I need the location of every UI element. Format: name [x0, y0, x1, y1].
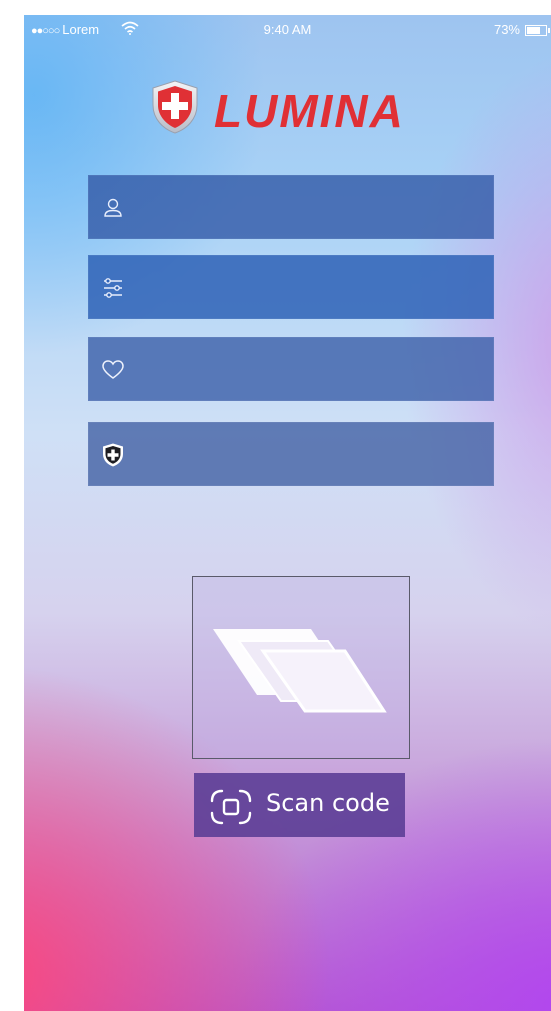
medical-shield-icon — [103, 443, 123, 467]
medical-shield-logo-icon — [152, 80, 198, 134]
user-field[interactable] — [88, 175, 494, 241]
user-input[interactable] — [136, 175, 490, 241]
battery-icon — [525, 25, 550, 36]
sliders-icon — [104, 278, 122, 298]
logo-wordmark-text: LUMINA — [214, 85, 405, 137]
heart-icon — [102, 360, 124, 379]
status-bar: ●●○○○ Lorem 9:40 AM 73% — [24, 15, 551, 45]
app-screen: ●●○○○ Lorem 9:40 AM 73% LUMINA Scan code — [24, 15, 551, 1011]
stacked-cards-icon — [213, 629, 387, 713]
settings-field[interactable] — [88, 255, 494, 321]
scan-code-label: Scan code — [266, 789, 390, 817]
settings-input[interactable] — [136, 255, 490, 321]
shield-input[interactable] — [136, 422, 490, 488]
user-icon — [104, 198, 122, 217]
scan-code-button[interactable]: Scan code — [194, 773, 405, 837]
heart-field[interactable] — [88, 337, 494, 403]
battery-status: 73% — [493, 22, 550, 37]
shield-field[interactable] — [88, 422, 494, 488]
scan-preview — [192, 576, 410, 759]
heart-input[interactable] — [136, 337, 490, 403]
battery-percent: 73% — [493, 22, 520, 37]
lumina-wordmark: LUMINA — [214, 85, 405, 137]
scan-frame-icon — [210, 789, 252, 825]
status-time: 9:40 AM — [263, 22, 312, 37]
